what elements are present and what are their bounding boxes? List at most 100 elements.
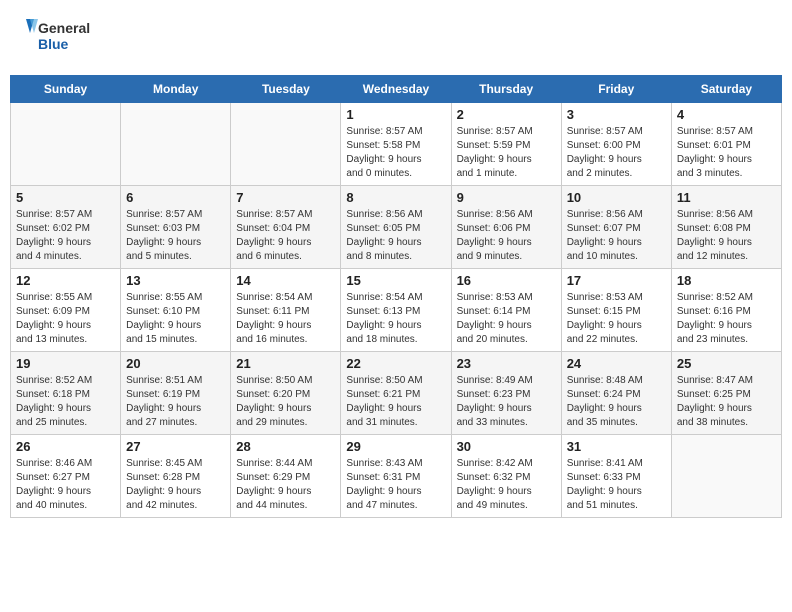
day-number: 5 bbox=[16, 190, 115, 205]
day-info: Sunrise: 8:47 AMSunset: 6:25 PMDaylight:… bbox=[677, 374, 776, 430]
calendar-cell: 4 Sunrise: 8:57 AMSunset: 6:01 PMDaylight… bbox=[671, 103, 781, 186]
day-number: 11 bbox=[677, 190, 776, 205]
calendar-cell: 26 Sunrise: 8:46 AMSunset: 6:27 PMDayligh… bbox=[11, 435, 121, 518]
calendar-cell: 18Sunrise: 8:52 AMSunset: 6:16 PMDayligh… bbox=[671, 269, 781, 352]
day-info: Sunrise: 8:57 AMSunset: 6:02 PMDaylight:… bbox=[16, 208, 115, 264]
day-number: 29 bbox=[346, 439, 445, 454]
calendar-cell: 9 Sunrise: 8:56 AMSunset: 6:06 PMDaylight… bbox=[451, 186, 561, 269]
svg-text:Blue: Blue bbox=[38, 36, 69, 52]
svg-text:General: General bbox=[38, 20, 90, 36]
day-info: Sunrise: 8:53 AMSunset: 6:14 PMDaylight:… bbox=[457, 291, 556, 347]
calendar-cell: 20 Sunrise: 8:51 AMSunset: 6:19 PMDayligh… bbox=[121, 352, 231, 435]
day-info: Sunrise: 8:57 AMSunset: 6:03 PMDaylight:… bbox=[126, 208, 225, 264]
day-number: 14 bbox=[236, 273, 335, 288]
day-number: 13 bbox=[126, 273, 225, 288]
calendar-cell bbox=[121, 103, 231, 186]
day-number: 9 bbox=[457, 190, 556, 205]
calendar-cell: 11 Sunrise: 8:56 AMSunset: 6:08 PMDayligh… bbox=[671, 186, 781, 269]
calendar-week-row: 26 Sunrise: 8:46 AMSunset: 6:27 PMDayligh… bbox=[11, 435, 782, 518]
weekday-header-monday: Monday bbox=[121, 76, 231, 103]
day-number: 30 bbox=[457, 439, 556, 454]
day-number: 17 bbox=[567, 273, 666, 288]
page-header: General Blue bbox=[10, 10, 782, 65]
calendar-cell: 3 Sunrise: 8:57 AMSunset: 6:00 PMDaylight… bbox=[561, 103, 671, 186]
day-number: 16 bbox=[457, 273, 556, 288]
day-number: 12 bbox=[16, 273, 115, 288]
calendar-cell: 17Sunrise: 8:53 AMSunset: 6:15 PMDayligh… bbox=[561, 269, 671, 352]
calendar-cell: 24Sunrise: 8:48 AMSunset: 6:24 PMDayligh… bbox=[561, 352, 671, 435]
calendar-cell: 6 Sunrise: 8:57 AMSunset: 6:03 PMDaylight… bbox=[121, 186, 231, 269]
day-info: Sunrise: 8:56 AMSunset: 6:08 PMDaylight:… bbox=[677, 208, 776, 264]
calendar-cell: 2 Sunrise: 8:57 AMSunset: 5:59 PMDaylight… bbox=[451, 103, 561, 186]
calendar-cell: 22 Sunrise: 8:50 AMSunset: 6:21 PMDayligh… bbox=[341, 352, 451, 435]
logo-svg: General Blue bbox=[20, 15, 110, 60]
calendar-cell: 19Sunrise: 8:52 AMSunset: 6:18 PMDayligh… bbox=[11, 352, 121, 435]
day-number: 7 bbox=[236, 190, 335, 205]
day-number: 31 bbox=[567, 439, 666, 454]
day-number: 22 bbox=[346, 356, 445, 371]
day-info: Sunrise: 8:56 AMSunset: 6:07 PMDaylight:… bbox=[567, 208, 666, 264]
calendar-cell bbox=[231, 103, 341, 186]
day-info: Sunrise: 8:54 AMSunset: 6:13 PMDaylight:… bbox=[346, 291, 445, 347]
day-number: 20 bbox=[126, 356, 225, 371]
day-number: 1 bbox=[346, 107, 445, 122]
weekday-header-sunday: Sunday bbox=[11, 76, 121, 103]
logo: General Blue bbox=[20, 15, 110, 60]
calendar-cell: 10Sunrise: 8:56 AMSunset: 6:07 PMDayligh… bbox=[561, 186, 671, 269]
day-number: 26 bbox=[16, 439, 115, 454]
day-info: Sunrise: 8:51 AMSunset: 6:19 PMDaylight:… bbox=[126, 374, 225, 430]
day-info: Sunrise: 8:48 AMSunset: 6:24 PMDaylight:… bbox=[567, 374, 666, 430]
weekday-header-row: SundayMondayTuesdayWednesdayThursdayFrid… bbox=[11, 76, 782, 103]
day-info: Sunrise: 8:50 AMSunset: 6:21 PMDaylight:… bbox=[346, 374, 445, 430]
day-info: Sunrise: 8:57 AMSunset: 6:00 PMDaylight:… bbox=[567, 125, 666, 181]
day-info: Sunrise: 8:54 AMSunset: 6:11 PMDaylight:… bbox=[236, 291, 335, 347]
day-info: Sunrise: 8:42 AMSunset: 6:32 PMDaylight:… bbox=[457, 457, 556, 513]
calendar-cell bbox=[671, 435, 781, 518]
day-info: Sunrise: 8:52 AMSunset: 6:16 PMDaylight:… bbox=[677, 291, 776, 347]
day-number: 23 bbox=[457, 356, 556, 371]
calendar-cell: 7Sunrise: 8:57 AMSunset: 6:04 PMDaylight… bbox=[231, 186, 341, 269]
calendar-cell: 25 Sunrise: 8:47 AMSunset: 6:25 PMDayligh… bbox=[671, 352, 781, 435]
day-info: Sunrise: 8:43 AMSunset: 6:31 PMDaylight:… bbox=[346, 457, 445, 513]
calendar-cell: 5 Sunrise: 8:57 AMSunset: 6:02 PMDaylight… bbox=[11, 186, 121, 269]
day-number: 27 bbox=[126, 439, 225, 454]
day-info: Sunrise: 8:57 AMSunset: 5:58 PMDaylight:… bbox=[346, 125, 445, 181]
day-info: Sunrise: 8:45 AMSunset: 6:28 PMDaylight:… bbox=[126, 457, 225, 513]
day-number: 8 bbox=[346, 190, 445, 205]
calendar-cell: 8Sunrise: 8:56 AMSunset: 6:05 PMDaylight… bbox=[341, 186, 451, 269]
day-info: Sunrise: 8:55 AMSunset: 6:09 PMDaylight:… bbox=[16, 291, 115, 347]
calendar-cell: 16 Sunrise: 8:53 AMSunset: 6:14 PMDayligh… bbox=[451, 269, 561, 352]
day-number: 6 bbox=[126, 190, 225, 205]
day-info: Sunrise: 8:50 AMSunset: 6:20 PMDaylight:… bbox=[236, 374, 335, 430]
calendar-cell: 14 Sunrise: 8:54 AMSunset: 6:11 PMDayligh… bbox=[231, 269, 341, 352]
calendar-cell: 28 Sunrise: 8:44 AMSunset: 6:29 PMDayligh… bbox=[231, 435, 341, 518]
calendar-cell: 1 Sunrise: 8:57 AMSunset: 5:58 PMDaylight… bbox=[341, 103, 451, 186]
weekday-header-thursday: Thursday bbox=[451, 76, 561, 103]
day-info: Sunrise: 8:56 AMSunset: 6:06 PMDaylight:… bbox=[457, 208, 556, 264]
day-number: 3 bbox=[567, 107, 666, 122]
weekday-header-saturday: Saturday bbox=[671, 76, 781, 103]
day-info: Sunrise: 8:44 AMSunset: 6:29 PMDaylight:… bbox=[236, 457, 335, 513]
calendar-cell: 27 Sunrise: 8:45 AMSunset: 6:28 PMDayligh… bbox=[121, 435, 231, 518]
calendar-cell: 15 Sunrise: 8:54 AMSunset: 6:13 PMDayligh… bbox=[341, 269, 451, 352]
calendar-week-row: 5 Sunrise: 8:57 AMSunset: 6:02 PMDaylight… bbox=[11, 186, 782, 269]
day-info: Sunrise: 8:52 AMSunset: 6:18 PMDaylight:… bbox=[16, 374, 115, 430]
calendar-cell: 31 Sunrise: 8:41 AMSunset: 6:33 PMDayligh… bbox=[561, 435, 671, 518]
day-number: 4 bbox=[677, 107, 776, 122]
calendar-cell: 30 Sunrise: 8:42 AMSunset: 6:32 PMDayligh… bbox=[451, 435, 561, 518]
day-info: Sunrise: 8:46 AMSunset: 6:27 PMDaylight:… bbox=[16, 457, 115, 513]
calendar-table: SundayMondayTuesdayWednesdayThursdayFrid… bbox=[10, 75, 782, 518]
day-info: Sunrise: 8:57 AMSunset: 5:59 PMDaylight:… bbox=[457, 125, 556, 181]
day-number: 21 bbox=[236, 356, 335, 371]
day-number: 2 bbox=[457, 107, 556, 122]
day-number: 25 bbox=[677, 356, 776, 371]
day-info: Sunrise: 8:41 AMSunset: 6:33 PMDaylight:… bbox=[567, 457, 666, 513]
day-info: Sunrise: 8:49 AMSunset: 6:23 PMDaylight:… bbox=[457, 374, 556, 430]
day-number: 28 bbox=[236, 439, 335, 454]
day-info: Sunrise: 8:57 AMSunset: 6:01 PMDaylight:… bbox=[677, 125, 776, 181]
day-info: Sunrise: 8:55 AMSunset: 6:10 PMDaylight:… bbox=[126, 291, 225, 347]
calendar-week-row: 1 Sunrise: 8:57 AMSunset: 5:58 PMDaylight… bbox=[11, 103, 782, 186]
weekday-header-friday: Friday bbox=[561, 76, 671, 103]
calendar-cell bbox=[11, 103, 121, 186]
day-number: 15 bbox=[346, 273, 445, 288]
